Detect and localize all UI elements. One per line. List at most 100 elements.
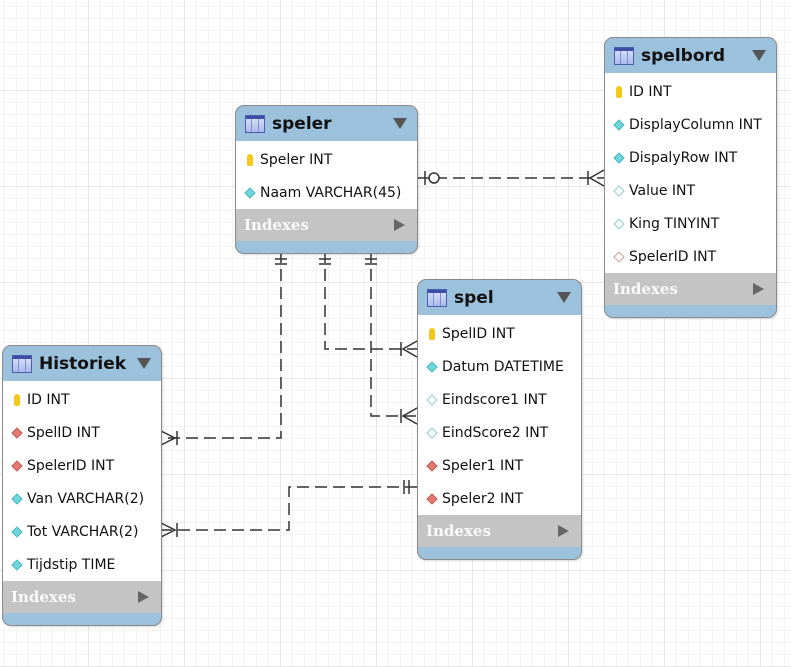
relationship-speler-spel-speler2[interactable] [365, 251, 418, 425]
indexes-label: Indexes [426, 522, 491, 540]
indexes-section[interactable]: Indexes [605, 273, 776, 305]
foreign-key-icon [425, 459, 438, 472]
indexes-section[interactable]: Indexes [236, 209, 417, 241]
table-header[interactable]: speler [236, 106, 417, 141]
column-row[interactable]: Van VARCHAR(2) [3, 482, 161, 515]
not-null-column-icon [612, 118, 625, 131]
relationship-speler-spel-speler1[interactable] [319, 251, 418, 358]
expand-arrow-icon[interactable] [558, 525, 569, 537]
foreign-key-icon [425, 492, 438, 505]
relationship-spel-historiek[interactable] [160, 480, 417, 538]
column-label: Speler1 INT [442, 457, 524, 474]
foreign-key-icon [10, 426, 23, 439]
column-row[interactable]: EindScore2 INT [418, 416, 581, 449]
column-label: Van VARCHAR(2) [27, 490, 145, 507]
table-footer [418, 547, 581, 559]
table-spelbord[interactable]: spelbord ID INT DisplayColumn INT Dispal… [604, 37, 777, 318]
indexes-section[interactable]: Indexes [418, 515, 581, 547]
nullable-column-icon [425, 426, 438, 439]
table-name: spelbord [641, 45, 726, 66]
column-row[interactable]: Speler INT [236, 143, 417, 176]
table-header[interactable]: spel [418, 280, 581, 315]
foreign-key-icon [10, 459, 23, 472]
table-header[interactable]: Historiek [3, 346, 161, 381]
column-label: DispalyRow INT [629, 149, 738, 166]
column-label: Tot VARCHAR(2) [27, 523, 139, 540]
table-icon [427, 288, 447, 307]
column-label: Tijdstip TIME [27, 556, 116, 573]
indexes-label: Indexes [11, 588, 76, 606]
indexes-label: Indexes [244, 216, 309, 234]
column-row[interactable]: SpelerID INT [605, 240, 776, 273]
table-icon [12, 354, 32, 373]
table-name: spel [454, 287, 494, 308]
column-label: Value INT [629, 182, 696, 199]
collapse-triangle-icon[interactable] [752, 50, 766, 61]
table-footer [236, 241, 417, 253]
nullable-column-icon [425, 393, 438, 406]
column-label: King TINYINT [629, 215, 720, 232]
primary-key-icon [425, 327, 438, 340]
not-null-column-icon [425, 360, 438, 373]
table-footer [605, 305, 776, 317]
column-row[interactable]: Datum DATETIME [418, 350, 581, 383]
column-label: SpelID INT [27, 424, 100, 441]
nullable-column-icon [612, 184, 625, 197]
not-null-column-icon [612, 151, 625, 164]
not-null-column-icon [10, 525, 23, 538]
indexes-section[interactable]: Indexes [3, 581, 161, 613]
column-row[interactable]: ID INT [3, 383, 161, 416]
column-row[interactable]: DisplayColumn INT [605, 108, 776, 141]
primary-key-icon [10, 393, 23, 406]
column-label: ID INT [27, 391, 70, 408]
indexes-label: Indexes [613, 280, 678, 298]
column-row[interactable]: Speler1 INT [418, 449, 581, 482]
column-row[interactable]: SpelerID INT [3, 449, 161, 482]
table-speler[interactable]: speler Speler INT Naam VARCHAR(45) Index… [235, 105, 418, 254]
table-spel[interactable]: spel SpelID INT Datum DATETIME Eindscore… [417, 279, 582, 560]
column-label: ID INT [629, 83, 672, 100]
collapse-triangle-icon[interactable] [393, 118, 407, 129]
not-null-column-icon [10, 558, 23, 571]
primary-key-icon [612, 85, 625, 98]
relationship-speler-historiek[interactable] [160, 251, 287, 446]
column-row[interactable]: Value INT [605, 174, 776, 207]
collapse-triangle-icon[interactable] [557, 292, 571, 303]
nullable-column-icon [612, 217, 625, 230]
column-row[interactable]: SpelID INT [3, 416, 161, 449]
primary-key-icon [243, 153, 256, 166]
column-label: Speler2 INT [442, 490, 524, 507]
expand-arrow-icon[interactable] [753, 283, 764, 295]
collapse-triangle-icon[interactable] [137, 358, 151, 369]
table-icon [245, 114, 265, 133]
column-row[interactable]: Tijdstip TIME [3, 548, 161, 581]
column-label: SpelerID INT [629, 248, 717, 265]
column-row[interactable]: ID INT [605, 75, 776, 108]
not-null-column-icon [10, 492, 23, 505]
column-row[interactable]: Eindscore1 INT [418, 383, 581, 416]
column-label: Speler INT [260, 151, 333, 168]
column-label: DisplayColumn INT [629, 116, 762, 133]
column-row[interactable]: Tot VARCHAR(2) [3, 515, 161, 548]
column-label: SpelerID INT [27, 457, 115, 474]
column-row[interactable]: SpelID INT [418, 317, 581, 350]
column-label: SpelID INT [442, 325, 515, 342]
table-name: Historiek [39, 353, 127, 374]
table-icon [614, 46, 634, 65]
column-label: Eindscore1 INT [442, 391, 547, 408]
relationship-speler-spelbord[interactable] [417, 169, 605, 187]
not-null-column-icon [243, 186, 256, 199]
table-footer [3, 613, 161, 625]
table-historiek[interactable]: Historiek ID INT SpelID INT SpelerID INT… [2, 345, 162, 626]
table-name: speler [272, 113, 332, 134]
column-label: Datum DATETIME [442, 358, 564, 375]
column-label: Naam VARCHAR(45) [260, 184, 402, 201]
column-row[interactable]: Naam VARCHAR(45) [236, 176, 417, 209]
expand-arrow-icon[interactable] [394, 219, 405, 231]
expand-arrow-icon[interactable] [138, 591, 149, 603]
column-label: EindScore2 INT [442, 424, 549, 441]
table-header[interactable]: spelbord [605, 38, 776, 73]
column-row[interactable]: King TINYINT [605, 207, 776, 240]
column-row[interactable]: Speler2 INT [418, 482, 581, 515]
column-row[interactable]: DispalyRow INT [605, 141, 776, 174]
